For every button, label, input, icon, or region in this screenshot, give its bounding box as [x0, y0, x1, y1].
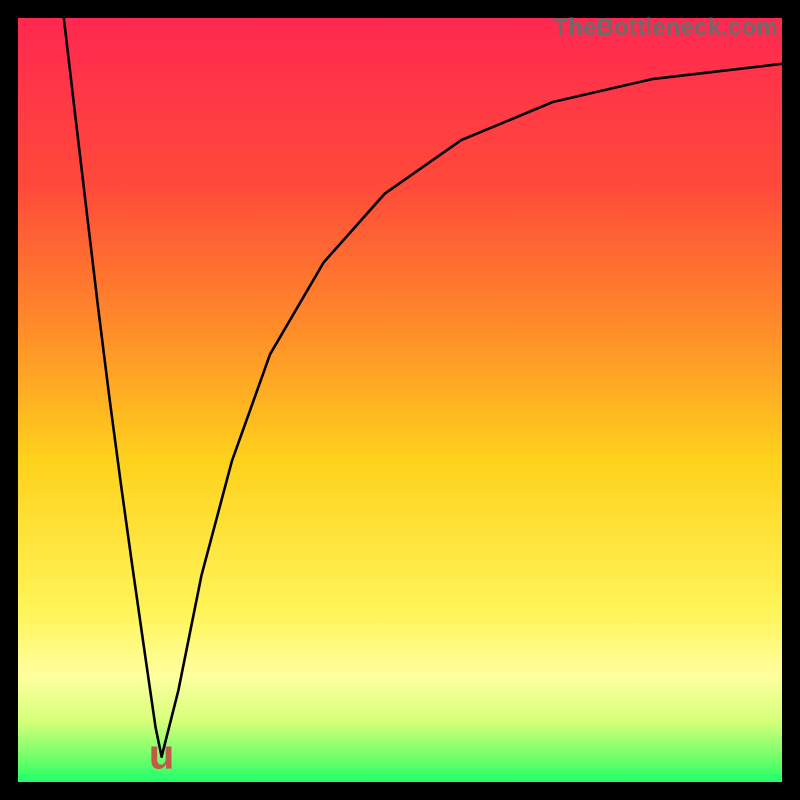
gradient-background	[18, 18, 782, 782]
watermark-text: TheBottleneck.com	[553, 14, 778, 42]
plot-frame: u TheBottleneck.com	[18, 18, 782, 782]
bottleneck-chart	[18, 18, 782, 782]
minimum-marker: u	[149, 733, 175, 775]
